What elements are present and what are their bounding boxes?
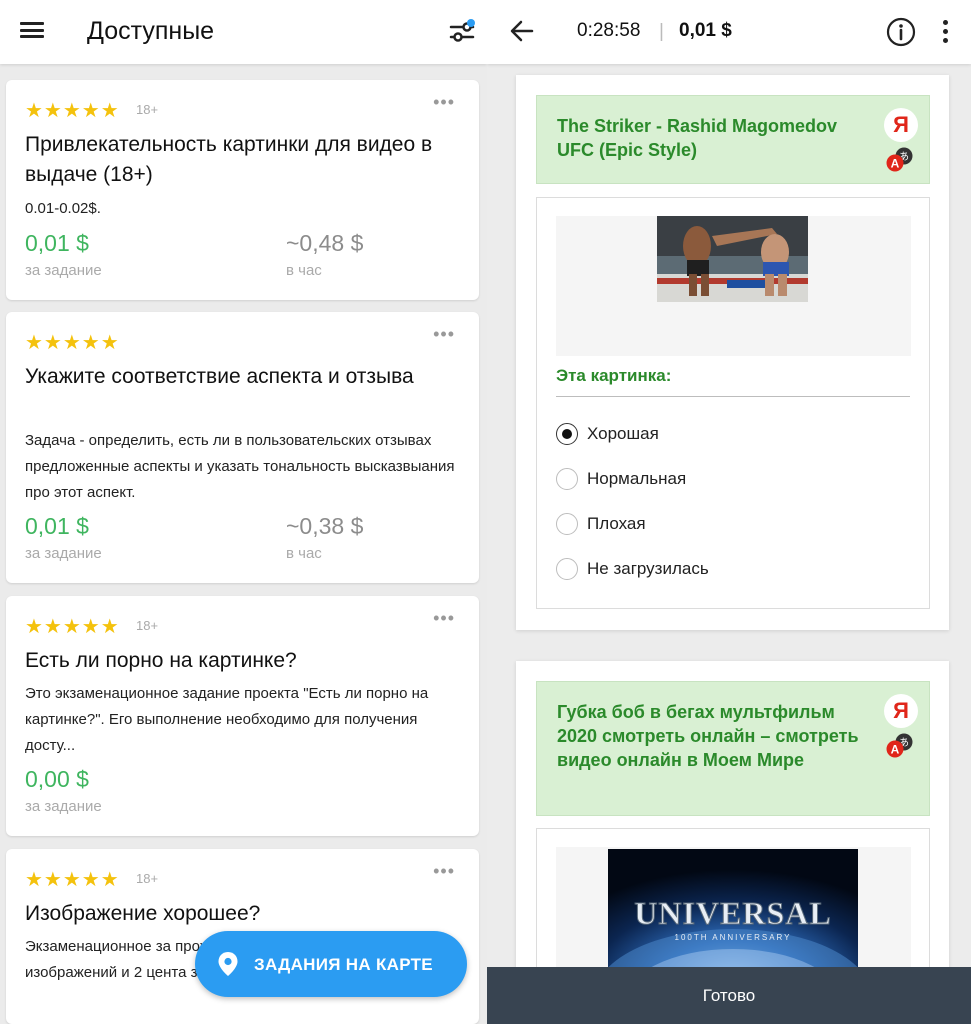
radio-button[interactable] bbox=[556, 513, 578, 535]
task-execution-header: 0:28:58 | 0,01 $ bbox=[487, 0, 971, 64]
more-icon[interactable]: ••• bbox=[433, 861, 455, 882]
video-title[interactable]: Губка боб в бегах мультфильм 2020 смотре… bbox=[557, 700, 872, 772]
task-list-pane: Доступные ★★★★★ 18+ ••• Привлекательност… bbox=[0, 0, 487, 1024]
option-label: Не загрузилась bbox=[587, 559, 709, 578]
task-title: Привлекательность картинки для видео в в… bbox=[25, 133, 433, 186]
task-title: Есть ли порно на картинке? bbox=[25, 649, 297, 672]
fight-thumbnail-image[interactable] bbox=[657, 216, 808, 302]
task-price-label: за задание bbox=[25, 545, 102, 562]
tasks-on-map-label: ЗАДАНИЯ НА КАРТЕ bbox=[254, 955, 433, 974]
translate-icon[interactable]: あ A bbox=[885, 732, 915, 758]
hourly-rate: ~0,38 $ bbox=[286, 513, 364, 539]
hourly-rate-label: в час bbox=[286, 545, 322, 562]
more-icon[interactable]: ••• bbox=[433, 608, 455, 629]
hourly-rate: ~0,48 $ bbox=[286, 230, 364, 256]
video-title-box: Губка боб в бегах мультфильм 2020 смотре… bbox=[536, 681, 930, 816]
task-description: Это экзаменационное задание проекта "Ест… bbox=[25, 685, 429, 754]
option-label: Нормальная bbox=[587, 469, 687, 488]
universal-logo-text: UNIVERSAL bbox=[634, 895, 831, 931]
page-title: Доступные bbox=[87, 17, 215, 45]
back-arrow-icon[interactable] bbox=[509, 18, 535, 44]
video-title-box: The Striker - Rashid Magomedov UFC (Epic… bbox=[536, 95, 930, 184]
task-price: 0,01 $ bbox=[25, 513, 89, 539]
task-card[interactable]: ★★★★★ 18+ ••• Привлекательность картинки… bbox=[6, 80, 479, 300]
svg-text:A: A bbox=[891, 743, 900, 757]
option-label: Плохая bbox=[587, 514, 646, 533]
task-card[interactable]: ★★★★★ 18+ ••• Есть ли порно на картинке?… bbox=[6, 596, 479, 836]
menu-icon[interactable] bbox=[20, 22, 44, 42]
done-button[interactable]: Готово bbox=[487, 967, 971, 1024]
map-pin-icon bbox=[218, 952, 238, 976]
radio-button[interactable] bbox=[556, 558, 578, 580]
age-badge: 18+ bbox=[136, 618, 159, 633]
radio-button[interactable] bbox=[556, 468, 578, 490]
rating-stars: ★★★★★ bbox=[25, 100, 120, 122]
task-list-header: Доступные bbox=[0, 0, 487, 64]
filter-icon[interactable] bbox=[448, 18, 476, 46]
age-badge: 18+ bbox=[136, 871, 159, 886]
app-root: Доступные ★★★★★ 18+ ••• Привлекательност… bbox=[0, 0, 971, 1024]
yandex-logo[interactable]: Я bbox=[884, 694, 918, 728]
yandex-logo[interactable]: Я bbox=[884, 108, 918, 142]
universal-logo-subtext: 100TH ANNIVERSARY bbox=[675, 933, 792, 942]
rating-stars: ★★★★★ bbox=[25, 332, 120, 354]
task-price-label: за задание bbox=[25, 262, 102, 279]
option-label: Хорошая bbox=[587, 424, 659, 443]
task-execution-pane: 0:28:58 | 0,01 $ The Striker - Rashid Ma… bbox=[487, 0, 971, 1024]
task-price: 0,00 $ bbox=[25, 766, 89, 792]
task-price-label: за задание bbox=[25, 798, 102, 815]
question-divider bbox=[556, 396, 910, 397]
more-vert-icon[interactable] bbox=[941, 20, 949, 44]
task-timer: 0:28:58 bbox=[577, 20, 641, 41]
image-preview-area: UNIVERSAL 100TH ANNIVERSARY bbox=[556, 847, 911, 987]
task-price: 0,01 $ bbox=[25, 230, 89, 256]
task-content: Эта картинка: Хорошая Нормальная Плохая … bbox=[536, 197, 930, 609]
age-badge: 18+ bbox=[136, 102, 159, 117]
task-earnings: 0,01 $ bbox=[679, 20, 732, 41]
hourly-rate-label: в час bbox=[286, 262, 322, 279]
rating-stars: ★★★★★ bbox=[25, 616, 120, 638]
image-preview-area bbox=[556, 216, 911, 356]
task-title: Изображение хорошее? bbox=[25, 902, 261, 925]
more-icon[interactable]: ••• bbox=[433, 324, 455, 345]
task-item: The Striker - Rashid Magomedov UFC (Epic… bbox=[516, 75, 949, 630]
info-icon[interactable] bbox=[886, 17, 916, 47]
radio-button-selected[interactable] bbox=[556, 423, 578, 445]
question-label: Эта картинка: bbox=[556, 366, 672, 385]
task-description: Задача - определить, есть ли в пользоват… bbox=[25, 432, 455, 501]
task-title: Укажите соответствие аспекта и отзыва bbox=[25, 365, 414, 388]
more-icon[interactable]: ••• bbox=[433, 92, 455, 113]
task-card[interactable]: ★★★★★ ••• Укажите соответствие аспекта и… bbox=[6, 312, 479, 583]
tasks-on-map-button[interactable]: ЗАДАНИЯ НА КАРТЕ bbox=[195, 931, 467, 997]
header-separator: | bbox=[659, 21, 664, 42]
svg-text:A: A bbox=[891, 157, 900, 171]
task-description: 0.01-0.02$. bbox=[25, 200, 101, 217]
video-title[interactable]: The Striker - Rashid Magomedov UFC (Epic… bbox=[557, 114, 872, 162]
rating-stars: ★★★★★ bbox=[25, 869, 120, 891]
translate-icon[interactable]: あ A bbox=[885, 146, 915, 172]
